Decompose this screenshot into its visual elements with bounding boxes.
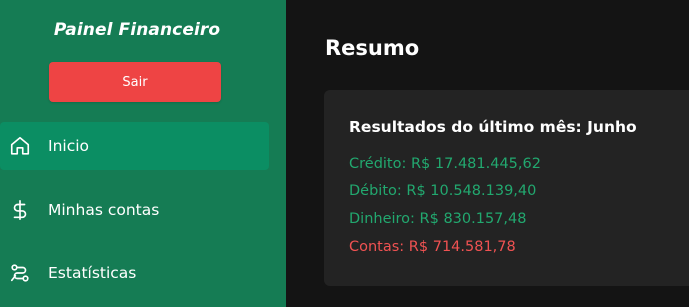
sidebar-item-minhas-contas[interactable]: Minhas contas xyxy=(0,186,269,234)
sidebar-item-label: Minhas contas xyxy=(48,201,160,219)
sidebar: Painel Financeiro Sair Inicio Minhas con… xyxy=(0,0,286,307)
statistics-icon xyxy=(8,261,32,285)
summary-card: Resultados do último mês: Junho Crédito:… xyxy=(324,90,689,286)
sidebar-item-estatisticas[interactable]: Estatísticas xyxy=(0,249,269,297)
logout-button[interactable]: Sair xyxy=(49,62,221,102)
debit-value: Débito: R$ 10.548.139,40 xyxy=(349,183,537,199)
app-brand: Painel Financeiro xyxy=(53,20,221,40)
app-root: Painel Financeiro Sair Inicio Minhas con… xyxy=(0,0,689,307)
dollar-icon xyxy=(8,198,32,222)
bills-value: Contas: R$ 714.581,78 xyxy=(349,239,516,255)
home-icon xyxy=(8,134,32,158)
sidebar-item-inicio[interactable]: Inicio xyxy=(0,122,269,170)
cash-value: Dinheiro: R$ 830.157,48 xyxy=(349,211,527,227)
credit-value: Crédito: R$ 17.481.445,62 xyxy=(349,156,541,172)
sidebar-item-label: Inicio xyxy=(48,137,90,155)
sidebar-item-label: Estatísticas xyxy=(48,264,137,282)
card-title: Resultados do último mês: Junho xyxy=(349,118,637,136)
page-title: Resumo xyxy=(325,36,420,60)
main-content: Resumo Resultados do último mês: Junho C… xyxy=(286,0,689,307)
